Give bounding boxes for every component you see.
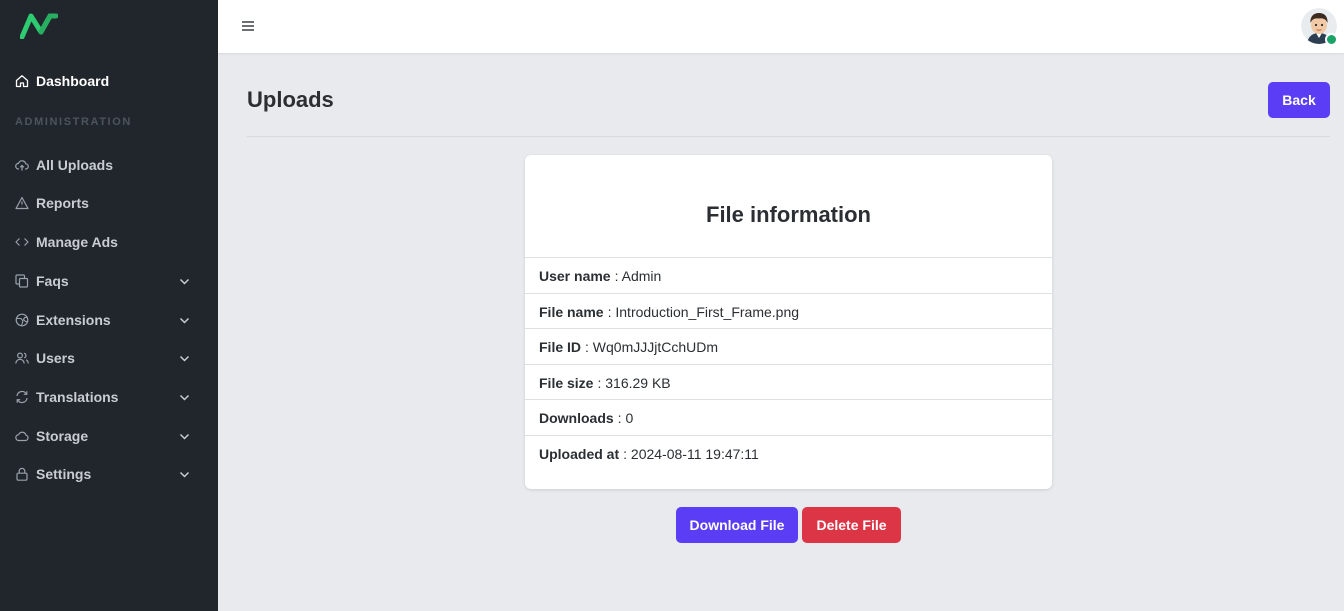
info-key: User name bbox=[539, 267, 611, 284]
info-row-file-id: File ID : Wq0mJJJjtCchUDm bbox=[525, 328, 1052, 364]
info-row-user-name: User name : Admin bbox=[525, 257, 1052, 293]
page-title: Uploads bbox=[247, 87, 334, 112]
chevron-down-icon bbox=[179, 433, 190, 440]
cloud-icon bbox=[15, 429, 29, 443]
info-key: File size bbox=[539, 374, 594, 391]
chevron-down-icon bbox=[179, 278, 190, 285]
chevron-down-icon bbox=[179, 471, 190, 478]
sidebar-item-label: Reports bbox=[36, 195, 89, 211]
users-icon bbox=[15, 351, 29, 365]
chevron-down-icon bbox=[179, 317, 190, 324]
sidebar-item-manage-ads[interactable]: Manage Ads bbox=[0, 230, 218, 254]
sidebar-item-label: All Uploads bbox=[36, 157, 114, 173]
download-file-button[interactable]: Download File bbox=[676, 507, 798, 543]
sidebar: Dashboard ADMINISTRATION All Uploads Rep… bbox=[0, 0, 218, 611]
card-title: File information bbox=[706, 202, 871, 227]
sidebar-item-extensions[interactable]: Extensions bbox=[0, 308, 218, 332]
sidebar-item-users[interactable]: Users bbox=[0, 346, 218, 370]
info-value: : 316.29 KB bbox=[597, 374, 671, 391]
topbar bbox=[218, 0, 1344, 53]
info-value: : Wq0mJJJjtCchUDm bbox=[585, 338, 719, 355]
info-key: File name bbox=[539, 303, 604, 320]
sidebar-item-storage[interactable]: Storage bbox=[0, 424, 218, 448]
brand-logo[interactable] bbox=[19, 13, 59, 40]
info-value: : 0 bbox=[617, 409, 634, 426]
info-key: Uploaded at bbox=[539, 445, 620, 462]
sidebar-item-all-uploads[interactable]: All Uploads bbox=[0, 153, 218, 177]
sidebar-item-dashboard[interactable]: Dashboard bbox=[0, 69, 218, 93]
info-row-downloads: Downloads : 0 bbox=[525, 399, 1052, 435]
sidebar-item-label: Translations bbox=[36, 389, 119, 405]
sidebar-item-translations[interactable]: Translations bbox=[0, 385, 218, 409]
sidebar-item-label: Settings bbox=[36, 466, 92, 482]
globe-icon bbox=[15, 313, 29, 327]
sidebar-item-label: Extensions bbox=[36, 312, 111, 328]
info-row-file-name: File name : Introduction_First_Frame.png bbox=[525, 293, 1052, 329]
info-key: File ID bbox=[539, 338, 582, 355]
info-value: : Introduction_First_Frame.png bbox=[607, 303, 800, 320]
file-info-card: File information User name : Admin File … bbox=[525, 155, 1052, 489]
info-row-file-size: File size : 316.29 KB bbox=[525, 364, 1052, 400]
info-key: Downloads bbox=[539, 409, 614, 426]
sidebar-item-label: Storage bbox=[36, 428, 89, 444]
lock-icon bbox=[15, 467, 29, 481]
sidebar-item-label: Dashboard bbox=[36, 73, 110, 89]
refresh-icon bbox=[15, 390, 29, 404]
sidebar-item-label: Manage Ads bbox=[36, 234, 118, 250]
delete-file-button[interactable]: Delete File bbox=[802, 507, 901, 543]
info-value: : 2024-08-11 19:47:11 bbox=[623, 445, 759, 462]
sidebar-item-faqs[interactable]: Faqs bbox=[0, 269, 218, 293]
hamburger-icon[interactable] bbox=[241, 19, 255, 33]
info-row-uploaded-at: Uploaded at : 2024-08-11 19:47:11 bbox=[525, 435, 1052, 471]
copy-icon bbox=[15, 274, 29, 288]
section-label: ADMINISTRATION bbox=[15, 116, 132, 128]
sidebar-item-label: Faqs bbox=[36, 273, 69, 289]
info-value: : Admin bbox=[614, 267, 662, 284]
header-divider bbox=[247, 136, 1330, 137]
sidebar-item-reports[interactable]: Reports bbox=[0, 191, 218, 215]
warning-icon bbox=[15, 196, 29, 210]
code-icon bbox=[15, 235, 29, 249]
home-icon bbox=[15, 74, 29, 88]
chevron-down-icon bbox=[179, 394, 190, 401]
sidebar-item-label: Users bbox=[36, 350, 75, 366]
back-button[interactable]: Back bbox=[1268, 82, 1330, 118]
chevron-down-icon bbox=[179, 355, 190, 362]
online-status-dot bbox=[1325, 33, 1338, 46]
sidebar-item-settings[interactable]: Settings bbox=[0, 462, 218, 486]
cloud-upload-icon bbox=[15, 158, 29, 172]
